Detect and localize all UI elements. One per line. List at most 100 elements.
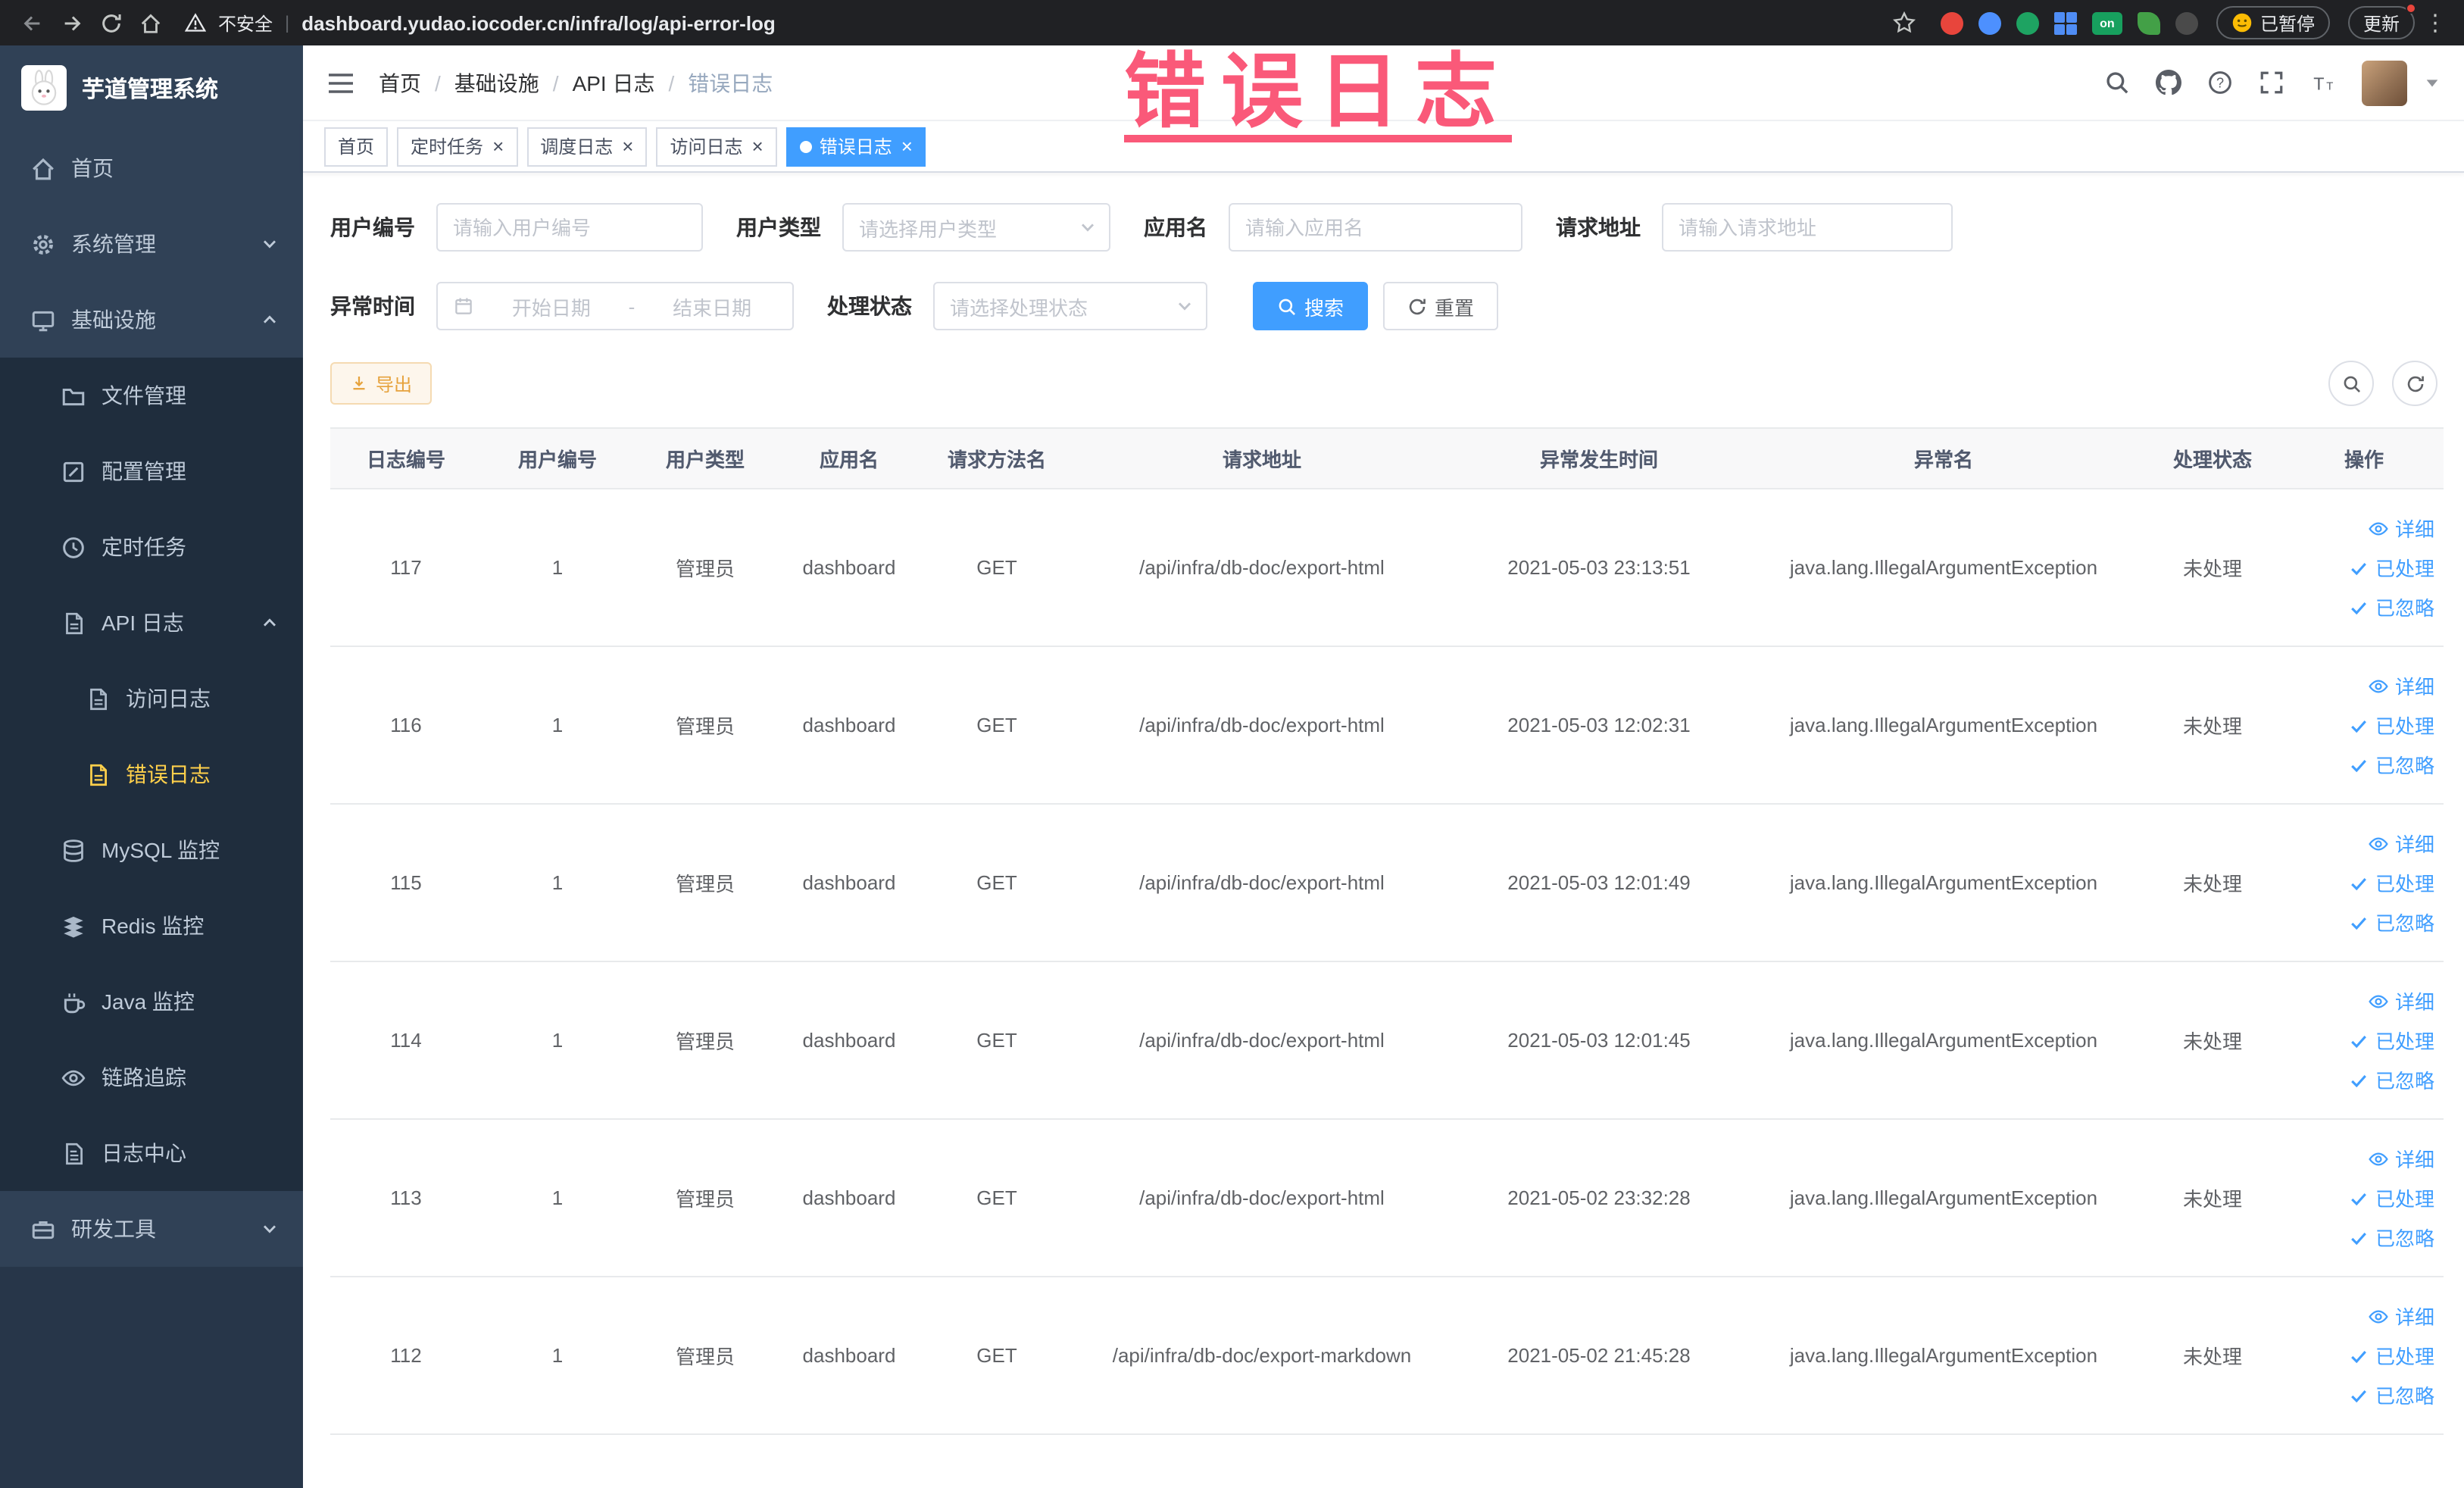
sidebar-item-error-log[interactable]: 错误日志 (0, 736, 303, 812)
sidebar-item-home[interactable]: 首页 (0, 130, 303, 206)
collapse-menu-icon[interactable] (327, 72, 354, 93)
sidebar-item-api-log[interactable]: API 日志 (0, 585, 303, 661)
breadcrumb-item[interactable]: 首页 (379, 67, 421, 98)
search-button[interactable]: 搜索 (1253, 282, 1369, 330)
ignored-link[interactable]: 已忽略 (2284, 1218, 2434, 1257)
processed-link[interactable]: 已处理 (2284, 548, 2434, 587)
processed-link[interactable]: 已处理 (2284, 1021, 2434, 1060)
app-name-input[interactable] (1229, 203, 1522, 252)
request-url-input[interactable] (1662, 203, 1953, 252)
user-avatar[interactable] (2362, 60, 2407, 105)
cell-time: 2021-05-02 23:32:28 (1451, 1119, 1747, 1277)
coffee-icon (61, 989, 86, 1014)
extension-icon-6[interactable] (2137, 11, 2160, 34)
address-bar[interactable]: 不安全 | dashboard.yudao.iocoder.cn/infra/l… (185, 10, 1868, 36)
processed-link[interactable]: 已处理 (2284, 1178, 2434, 1218)
sidebar-item-label: Redis 监控 (101, 914, 205, 938)
sidebar-item-dev-tools[interactable]: 研发工具 (0, 1191, 303, 1267)
update-button[interactable]: 更新 (2347, 3, 2416, 39)
tab-job[interactable]: 定时任务 × (397, 127, 518, 166)
page-header: 首页 / 基础设施 / API 日志 / 错误日志 ? TT (303, 45, 2464, 121)
bookmark-star-icon[interactable] (1892, 11, 1916, 35)
cell-exception: java.lang.IllegalArgumentException (1747, 1277, 2141, 1435)
user-type-select[interactable]: 请选择用户类型 (842, 203, 1110, 252)
close-icon[interactable]: × (901, 136, 913, 156)
sidebar-item-config[interactable]: 配置管理 (0, 433, 303, 509)
processed-link[interactable]: 已处理 (2284, 705, 2434, 745)
tab-label: 首页 (338, 136, 375, 158)
eye-icon (2368, 517, 2389, 539)
sidebar-item-label: 日志中心 (101, 1141, 186, 1165)
back-icon[interactable] (15, 6, 48, 39)
detail-link[interactable]: 详细 (2284, 1139, 2434, 1178)
logo[interactable]: 芋道管理系统 (0, 45, 303, 130)
detail-link[interactable]: 详细 (2284, 981, 2434, 1021)
date-range-picker[interactable]: 开始日期 - 结束日期 (436, 282, 794, 330)
sidebar-item-file[interactable]: 文件管理 (0, 358, 303, 433)
process-status-select[interactable]: 请选择处理状态 (933, 282, 1207, 330)
eye-icon (2368, 990, 2389, 1011)
ignored-link[interactable]: 已忽略 (2284, 1060, 2434, 1099)
ignored-link[interactable]: 已忽略 (2284, 745, 2434, 784)
ignored-link[interactable]: 已忽略 (2284, 902, 2434, 942)
sidebar-item-system[interactable]: 系统管理 (0, 206, 303, 282)
browser-home-icon[interactable] (133, 6, 167, 39)
sidebar-item-java[interactable]: Java 监控 (0, 964, 303, 1039)
cell-time: 2021-05-02 21:45:28 (1451, 1277, 1747, 1435)
cell-user_type: 管理员 (633, 804, 777, 962)
document-icon (61, 610, 86, 636)
font-size-icon[interactable]: TT (2310, 70, 2336, 95)
ignored-link[interactable]: 已忽略 (2284, 587, 2434, 627)
processed-link[interactable]: 已处理 (2284, 863, 2434, 902)
github-icon[interactable] (2156, 70, 2181, 95)
reload-icon[interactable] (94, 6, 127, 39)
sidebar-item-label: 系统管理 (71, 232, 156, 256)
refresh-button[interactable] (2392, 361, 2437, 406)
sidebar-item-infra[interactable]: 基础设施 (0, 282, 303, 358)
tab-access-log[interactable]: 访问日志 × (656, 127, 777, 166)
column-header: 异常发生时间 (1451, 427, 1747, 489)
sidebar-item-log-center[interactable]: 日志中心 (0, 1115, 303, 1191)
extension-icon-2[interactable] (1978, 11, 2001, 34)
toggle-search-button[interactable] (2328, 361, 2374, 406)
fullscreen-icon[interactable] (2259, 70, 2284, 95)
tab-job-log[interactable]: 调度日志 × (526, 127, 648, 166)
detail-link[interactable]: 详细 (2284, 508, 2434, 548)
forward-icon[interactable] (55, 6, 88, 39)
cell-method: GET (921, 646, 1073, 805)
sidebar-item-job[interactable]: 定时任务 (0, 509, 303, 585)
detail-link[interactable]: 详细 (2284, 1296, 2434, 1336)
cell-user_type: 管理员 (633, 1119, 777, 1277)
detail-link[interactable]: 详细 (2284, 824, 2434, 863)
paused-button[interactable]: 已暂停 (2216, 6, 2330, 39)
ignored-link[interactable]: 已忽略 (2284, 1375, 2434, 1415)
breadcrumb-item[interactable]: API 日志 (573, 67, 655, 98)
kebab-menu-icon[interactable]: ⋮ (2421, 9, 2450, 36)
close-icon[interactable]: × (492, 136, 504, 156)
detail-link[interactable]: 详细 (2284, 666, 2434, 705)
sidebar-item-mysql[interactable]: MySQL 监控 (0, 812, 303, 888)
processed-link[interactable]: 已处理 (2284, 1336, 2434, 1375)
export-button[interactable]: 导出 (330, 362, 433, 405)
extension-icon-on[interactable]: on (2091, 11, 2122, 34)
sidebar-item-access-log[interactable]: 访问日志 (0, 661, 303, 736)
cell-actions: 详细 已处理 已忽略 (2284, 646, 2444, 805)
reset-button[interactable]: 重置 (1383, 282, 1499, 330)
search-icon[interactable] (2104, 70, 2130, 95)
user-id-input[interactable] (436, 203, 703, 252)
close-icon[interactable]: × (622, 136, 633, 156)
filter-app-name: 应用名 (1144, 203, 1522, 252)
extension-icon-4[interactable] (2053, 11, 2077, 34)
breadcrumb-item[interactable]: 基础设施 (454, 67, 539, 98)
help-icon[interactable]: ? (2207, 70, 2233, 95)
extension-icon-7[interactable] (2175, 11, 2198, 34)
close-icon[interactable]: × (752, 136, 764, 156)
tab-error-log[interactable]: 错误日志 × (785, 127, 926, 166)
sidebar-item-trace[interactable]: 链路追踪 (0, 1039, 303, 1115)
tab-home[interactable]: 首页 (324, 127, 389, 166)
cell-user_type: 管理员 (633, 961, 777, 1120)
caret-down-icon[interactable] (2424, 74, 2441, 91)
extension-icon-3[interactable] (2016, 11, 2039, 34)
sidebar-item-redis[interactable]: Redis 监控 (0, 888, 303, 964)
extension-icon-1[interactable] (1940, 11, 1963, 34)
